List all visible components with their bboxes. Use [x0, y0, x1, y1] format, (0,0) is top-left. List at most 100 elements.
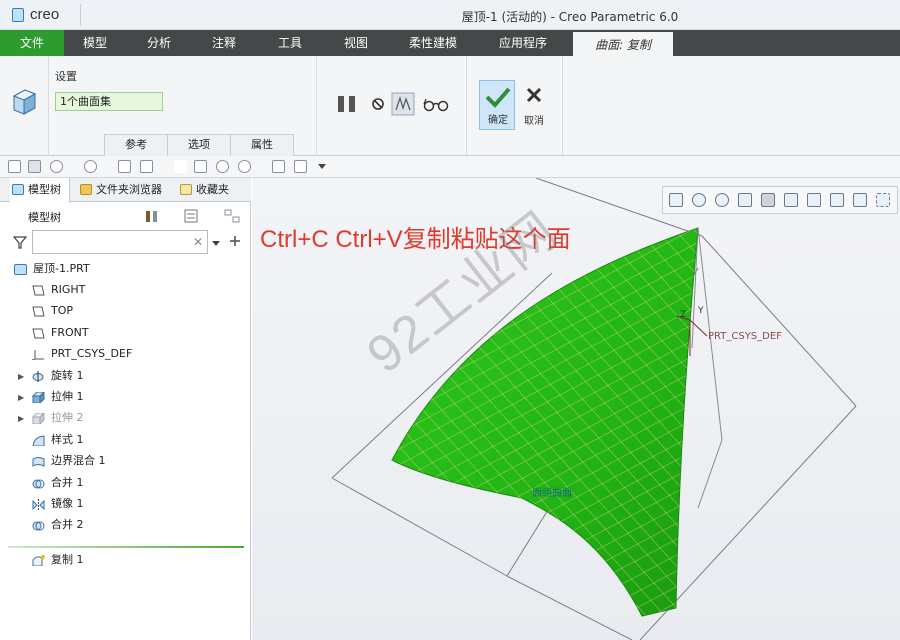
no-preview-icon[interactable] [371, 97, 385, 111]
tree-item-front[interactable]: FRONT [32, 323, 89, 343]
coordinate-system-icon [32, 349, 44, 360]
merge-icon [32, 479, 45, 488]
tab-folder-browser[interactable]: 文件夹浏览器 [78, 178, 170, 202]
tree-item-csys[interactable]: PRT_CSYS_DEF [32, 344, 132, 364]
merge-icon [32, 521, 45, 530]
tree-item-mirror[interactable]: 镜像 1 [32, 494, 84, 514]
part-icon [14, 263, 27, 275]
tree-root[interactable]: 屋顶-1.PRT [14, 259, 90, 279]
zoom-in-icon[interactable] [692, 193, 706, 207]
datum-plane-icon [32, 328, 45, 338]
tree-item-merge-1[interactable]: 合并 1 [32, 473, 84, 493]
regenerate-icon[interactable] [118, 160, 131, 173]
clear-filter-icon[interactable]: ✕ [193, 235, 203, 249]
confirm-group: 确定 取消 [467, 56, 563, 156]
surface-set-collector[interactable]: 1个曲面集 [55, 92, 163, 111]
title-bar: creo 屋顶-1 (活动的) - Creo Parametric 6.0 [0, 0, 900, 30]
tree-item-copy[interactable]: 复制 1 [32, 550, 84, 570]
open-folder-icon[interactable] [294, 160, 307, 173]
tree-item-style[interactable]: 样式 1 [32, 430, 84, 450]
surface-type-group [0, 56, 49, 156]
tree-item-revolve[interactable]: 旋转 1 [32, 366, 84, 386]
csys-label[interactable]: PRT_CSYS_DEF [708, 331, 782, 342]
perspective-icon[interactable] [830, 193, 844, 207]
expand-arrow-icon[interactable]: ▶ [18, 393, 24, 402]
tree-item-merge-2[interactable]: 合并 2 [32, 515, 84, 535]
save-icon[interactable] [28, 160, 41, 173]
tab-applications[interactable]: 应用程序 [485, 30, 561, 56]
axis-y-label: Y [698, 306, 704, 316]
subtab-properties[interactable]: 属性 [230, 134, 294, 156]
tree-settings-icon[interactable] [144, 208, 160, 224]
subtab-options[interactable]: 选项 [167, 134, 231, 156]
display-style-icon[interactable] [761, 193, 775, 207]
boundary-blend-icon [32, 456, 45, 467]
tab-model-tree[interactable]: 模型树 [10, 178, 70, 203]
tree-root-label: 屋顶-1.PRT [33, 262, 90, 275]
toolbar-dropdown-icon[interactable] [318, 163, 326, 171]
settings-label: 设置 [55, 70, 77, 83]
new-file-icon[interactable] [8, 160, 21, 173]
tab-annotate[interactable]: 注释 [193, 30, 255, 56]
geometry-preview-icon[interactable] [391, 92, 415, 116]
pause-icon[interactable] [336, 94, 358, 114]
appearance-icon[interactable] [216, 160, 229, 173]
style-icon [32, 434, 45, 446]
close-window-icon[interactable] [174, 160, 187, 173]
tree-item-label: TOP [51, 304, 74, 317]
tree-item-label: 合并 1 [51, 476, 84, 489]
view-manager-icon[interactable] [807, 193, 821, 207]
cancel-x-icon[interactable] [525, 86, 543, 104]
tree-item-right[interactable]: RIGHT [32, 280, 85, 300]
tab-favorites[interactable]: 收藏夹 [178, 178, 248, 202]
add-filter-icon[interactable] [229, 235, 241, 247]
tree-item-label: 拉伸 1 [51, 390, 84, 403]
subtab-references[interactable]: 参考 [104, 134, 168, 156]
ok-label: 确定 [488, 115, 508, 126]
repaint-icon[interactable] [738, 193, 752, 207]
show-tree-icon[interactable] [224, 209, 240, 223]
tree-item-boundary-blend[interactable]: 边界混合 1 [32, 451, 106, 471]
windows-icon[interactable] [140, 160, 153, 173]
filter-icon[interactable] [13, 236, 27, 249]
tab-surface-copy[interactable]: 曲面: 复制 [573, 30, 673, 56]
tab-view[interactable]: 视图 [325, 30, 387, 56]
tree-item-label: 边界混合 1 [51, 454, 106, 467]
cancel-label[interactable]: 取消 [516, 112, 552, 127]
graphics-viewport[interactable]: Ctrl+C Ctrl+V复制粘贴这个面 92工业网 Z Y PRT_CSYS_… [252, 178, 900, 640]
measure-icon[interactable] [194, 160, 207, 173]
zoom-out-icon[interactable] [715, 193, 729, 207]
datum-plane-icon [32, 306, 45, 316]
datum-display-icon[interactable] [853, 193, 867, 207]
filter-dropdown-icon[interactable] [212, 239, 220, 247]
redo-icon[interactable] [84, 160, 97, 173]
revolve-icon [32, 370, 44, 382]
ok-button[interactable]: 确定 [479, 80, 515, 130]
tree-filter-input[interactable]: ✕ [32, 230, 208, 254]
tree-item-extrude-1[interactable]: 拉伸 1 [32, 387, 84, 407]
tab-file[interactable]: 文件 [0, 30, 64, 56]
expand-arrow-icon[interactable]: ▶ [18, 372, 24, 381]
tree-item-label: 旋转 1 [51, 369, 84, 382]
tab-folder-browser-label: 文件夹浏览器 [96, 183, 162, 196]
tree-columns-icon[interactable] [184, 209, 198, 223]
tab-analysis[interactable]: 分析 [128, 30, 190, 56]
tab-flexible-modeling[interactable]: 柔性建模 [395, 30, 471, 56]
display-style-icon[interactable] [238, 160, 251, 173]
preview-group [317, 56, 467, 156]
tab-model[interactable]: 模型 [64, 30, 126, 56]
undo-icon[interactable] [50, 160, 63, 173]
refit-icon[interactable] [669, 193, 683, 207]
extrude-icon [32, 391, 45, 403]
insert-indicator [8, 546, 244, 548]
tab-tools[interactable]: 工具 [259, 30, 321, 56]
tree-item-extrude-2[interactable]: 拉伸 2 [32, 408, 84, 428]
expand-arrow-icon[interactable]: ▶ [18, 414, 24, 423]
annotation-display-icon[interactable] [876, 193, 890, 207]
saved-orientations-icon[interactable] [784, 193, 798, 207]
tree-item-top[interactable]: TOP [32, 301, 73, 321]
saved-views-icon[interactable] [272, 160, 285, 173]
tree-item-label: FRONT [51, 326, 89, 339]
verify-glasses-icon[interactable] [423, 96, 449, 112]
copy-surface-icon[interactable] [11, 86, 37, 116]
